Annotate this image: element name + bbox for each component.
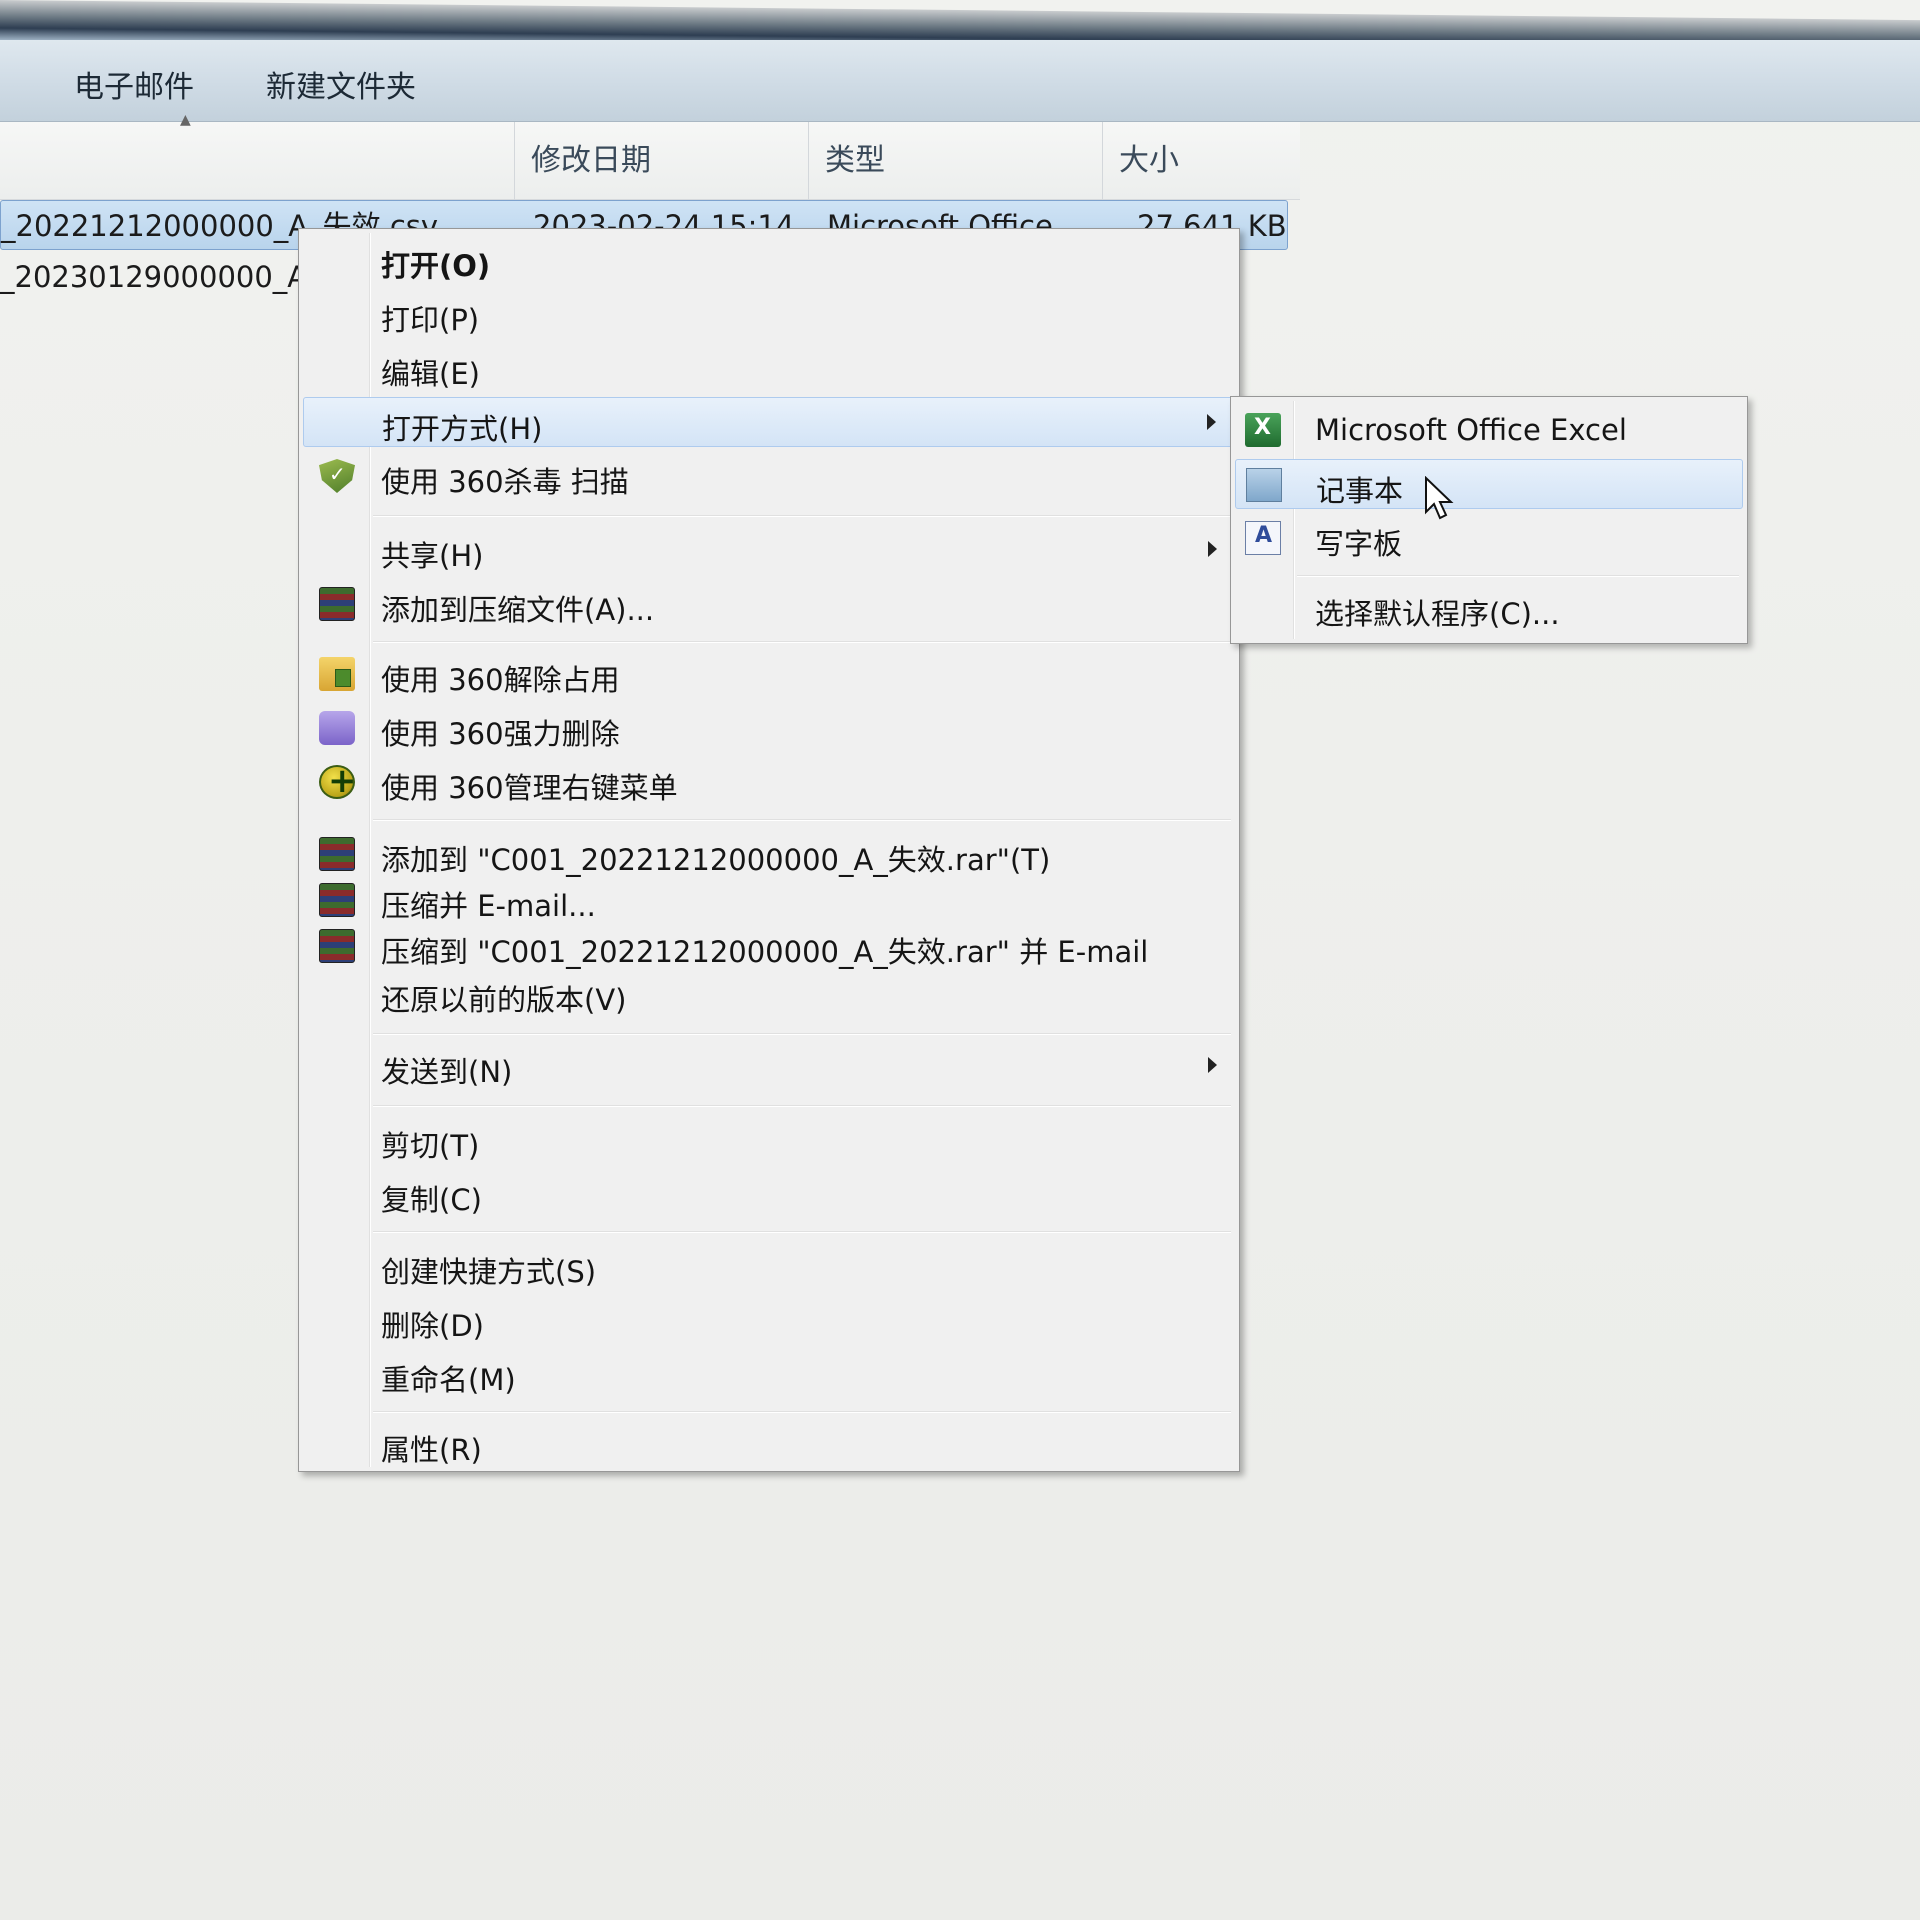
menu-item-add-to-rar[interactable]: 添加到 "C001_20221212000000_A_失效.rar"(T) (303, 829, 1235, 879)
menu-item-open-with[interactable]: 打开方式(H) (303, 397, 1235, 447)
menu-separator (373, 1033, 1231, 1035)
notepad-icon (1246, 468, 1282, 502)
menu-item-label: 打印(P) (381, 303, 480, 337)
submenu-item-choose-default[interactable]: 选择默认程序(C)... (1235, 583, 1743, 633)
menu-item-restore-versions[interactable]: 还原以前的版本(V) (303, 969, 1235, 1019)
menu-separator (373, 1105, 1231, 1107)
submenu-item-label: 记事本 (1316, 474, 1404, 508)
menu-item-edit[interactable]: 编辑(E) (303, 343, 1235, 393)
menu-item-share[interactable]: 共享(H) (303, 525, 1235, 575)
rar-archive-icon (319, 929, 355, 963)
menu-item-label: 编辑(E) (381, 357, 480, 391)
menu-separator (373, 1231, 1231, 1233)
rar-archive-icon (319, 837, 355, 871)
sort-ascending-icon: ▲ (180, 112, 191, 128)
column-header-name[interactable] (0, 122, 514, 200)
menu-item-label: 压缩并 E-mail... (381, 889, 596, 923)
shredder-icon (319, 711, 355, 745)
context-menu: 打开(O) 打印(P) 编辑(E) 打开方式(H) 使用 360杀毒 扫描 共享… (298, 228, 1240, 1472)
menu-item-label: 还原以前的版本(V) (381, 983, 627, 1017)
menu-item-manage-menu-360[interactable]: 使用 360管理右键菜单 (303, 757, 1235, 807)
menu-item-rename[interactable]: 重命名(M) (303, 1349, 1235, 1399)
menu-item-label: 创建快捷方式(S) (381, 1255, 597, 1289)
column-header-date[interactable]: 修改日期 (514, 122, 808, 200)
submenu-arrow-icon (1208, 1057, 1217, 1073)
menu-item-label: 压缩到 "C001_20221212000000_A_失效.rar" 并 E-m… (381, 935, 1149, 969)
menu-item-label: 使用 360杀毒 扫描 (381, 465, 629, 499)
submenu-item-label: 选择默认程序(C)... (1315, 597, 1560, 631)
menu-item-label: 添加到 "C001_20221212000000_A_失效.rar"(T) (381, 843, 1051, 877)
menu-separator (373, 641, 1231, 643)
menu-item-label: 共享(H) (381, 539, 484, 573)
menu-item-label: 使用 360管理右键菜单 (381, 771, 678, 805)
menu-item-label: 打开方式(H) (382, 412, 543, 446)
menu-item-print[interactable]: 打印(P) (303, 289, 1235, 339)
submenu-item-label: Microsoft Office Excel (1315, 413, 1627, 447)
menu-separator (373, 515, 1231, 517)
menu-item-label: 使用 360解除占用 (381, 663, 620, 697)
wordpad-icon (1245, 521, 1281, 555)
menu-item-label: 删除(D) (381, 1309, 484, 1343)
open-with-submenu: Microsoft Office Excel 记事本 写字板 选择默认程序(C)… (1230, 396, 1748, 644)
menu-separator (1297, 575, 1739, 577)
menu-item-compress-email[interactable]: 压缩并 E-mail... (303, 875, 1235, 925)
submenu-item-notepad[interactable]: 记事本 (1235, 459, 1743, 509)
menu-item-cut[interactable]: 剪切(T) (303, 1115, 1235, 1165)
menu-item-label: 打开(O) (381, 249, 491, 283)
menu-item-create-shortcut[interactable]: 创建快捷方式(S) (303, 1241, 1235, 1291)
menu-item-copy[interactable]: 复制(C) (303, 1169, 1235, 1219)
explorer-toolbar: 电子邮件 新建文件夹 (0, 40, 1920, 122)
column-header-type[interactable]: 类型 (808, 122, 1102, 200)
menu-item-unlock-360[interactable]: 使用 360解除占用 (303, 649, 1235, 699)
menu-item-label: 发送到(N) (381, 1055, 513, 1089)
menu-item-label: 重命名(M) (381, 1363, 516, 1397)
submenu-arrow-icon (1207, 414, 1216, 430)
submenu-arrow-icon (1208, 541, 1217, 557)
menu-item-label: 使用 360强力删除 (381, 717, 620, 751)
submenu-item-excel[interactable]: Microsoft Office Excel (1235, 405, 1743, 455)
excel-icon (1245, 413, 1281, 447)
menu-item-open[interactable]: 打开(O) (303, 235, 1235, 285)
menu-separator (373, 819, 1231, 821)
menu-item-label: 剪切(T) (381, 1129, 480, 1163)
menu-item-label: 添加到压缩文件(A)... (381, 593, 655, 627)
column-header-size[interactable]: 大小 (1102, 122, 1298, 200)
menu-item-add-to-archive[interactable]: 添加到压缩文件(A)... (303, 579, 1235, 629)
menu-item-delete[interactable]: 删除(D) (303, 1295, 1235, 1345)
menu-item-label: 属性(R) (381, 1433, 482, 1467)
file-name: _20230129000000_A (0, 260, 308, 294)
menu-separator (373, 1411, 1231, 1413)
menu-item-send-to[interactable]: 发送到(N) (303, 1041, 1235, 1091)
mouse-cursor-icon (1425, 476, 1454, 520)
column-header-bar: 修改日期 类型 大小 (0, 122, 1300, 200)
plus-circle-icon (319, 761, 357, 801)
submenu-item-label: 写字板 (1315, 527, 1403, 561)
menu-item-properties[interactable]: 属性(R) (303, 1419, 1235, 1469)
menu-item-scan-360[interactable]: 使用 360杀毒 扫描 (303, 451, 1235, 501)
submenu-item-wordpad[interactable]: 写字板 (1235, 513, 1743, 563)
menu-item-force-delete-360[interactable]: 使用 360强力删除 (303, 703, 1235, 753)
folder-unlock-icon (319, 657, 355, 691)
rar-archive-icon (319, 883, 355, 917)
shield-icon (319, 459, 355, 493)
rar-archive-icon (319, 587, 355, 621)
menu-item-compress-rar-email[interactable]: 压缩到 "C001_20221212000000_A_失效.rar" 并 E-m… (303, 921, 1235, 971)
menu-item-label: 复制(C) (381, 1183, 482, 1217)
email-button[interactable]: 电子邮件 (74, 62, 194, 106)
new-folder-button[interactable]: 新建文件夹 (266, 62, 416, 106)
